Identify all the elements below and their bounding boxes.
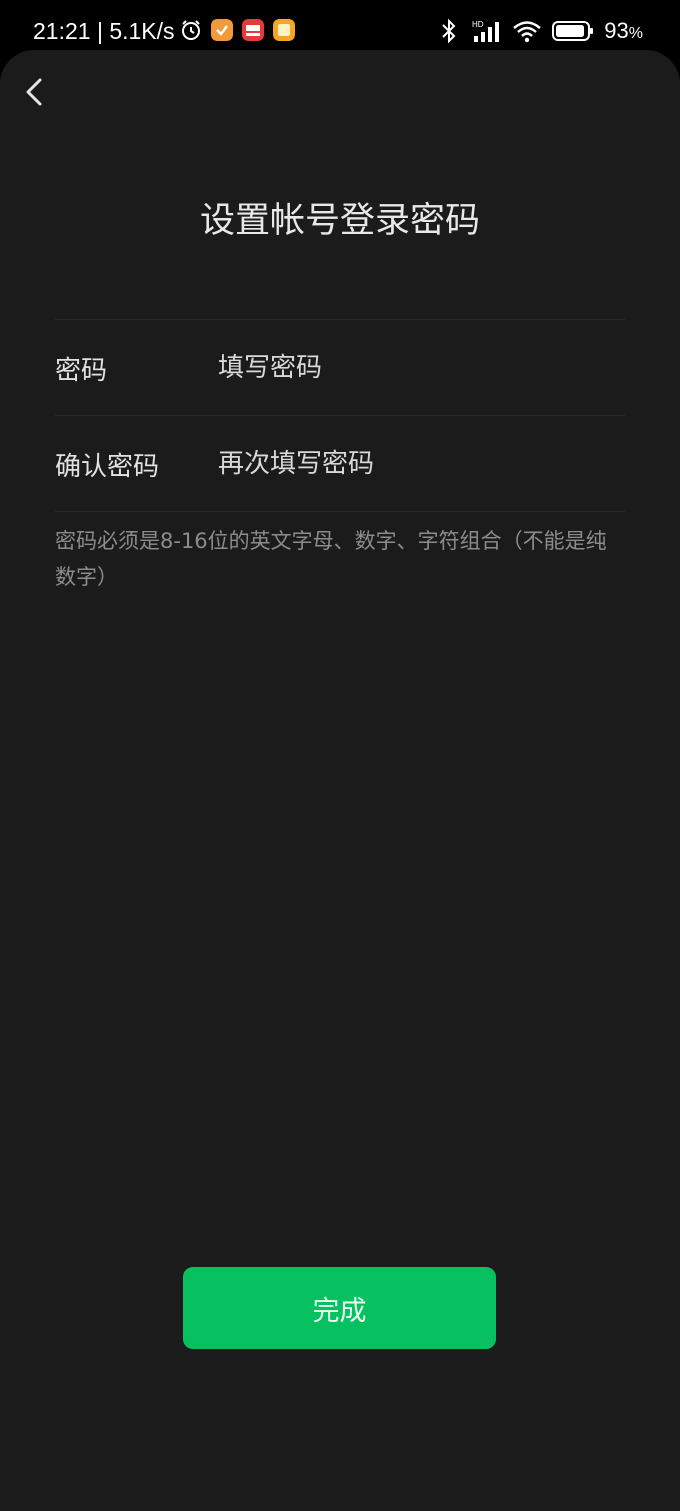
password-setup-screen: 设置帐号登录密码 密码 确认密码 密码必须是8-16位的英文字母、数字、字符组合… (0, 50, 680, 1511)
app-icon-orange (211, 19, 233, 41)
done-button[interactable]: 完成 (183, 1267, 496, 1349)
password-hint: 密码必须是8-16位的英文字母、数字、字符组合（不能是纯数字） (55, 529, 607, 589)
status-time: 21:21 | 5.1K/s (33, 18, 175, 44)
alarm-icon (182, 20, 200, 40)
divider (55, 511, 625, 512)
back-button[interactable] (18, 74, 54, 110)
app-icon-yellow (273, 19, 295, 41)
password-input[interactable] (218, 343, 618, 393)
network-speed: 5.1K/s (109, 18, 175, 44)
confirm-password-input[interactable] (218, 439, 618, 489)
hd-signal-icon: HD (472, 20, 500, 42)
status-right-icons: HD 93% (438, 18, 643, 44)
status-app-icons (180, 19, 295, 41)
app-icon-red (242, 19, 264, 41)
password-label: 密码 (55, 356, 108, 386)
clock-text: 21:21 (33, 18, 91, 44)
svg-text:HD: HD (472, 20, 484, 29)
divider (55, 319, 625, 320)
bluetooth-icon (442, 18, 456, 44)
battery-icon (552, 21, 594, 41)
battery-percent: 93% (604, 18, 643, 43)
page-title: 设置帐号登录密码 (199, 201, 480, 241)
chevron-left-icon (26, 78, 42, 106)
battery-unit: % (628, 25, 643, 42)
confirm-password-label: 确认密码 (55, 452, 160, 482)
divider (55, 415, 625, 416)
wifi-icon (513, 21, 542, 43)
